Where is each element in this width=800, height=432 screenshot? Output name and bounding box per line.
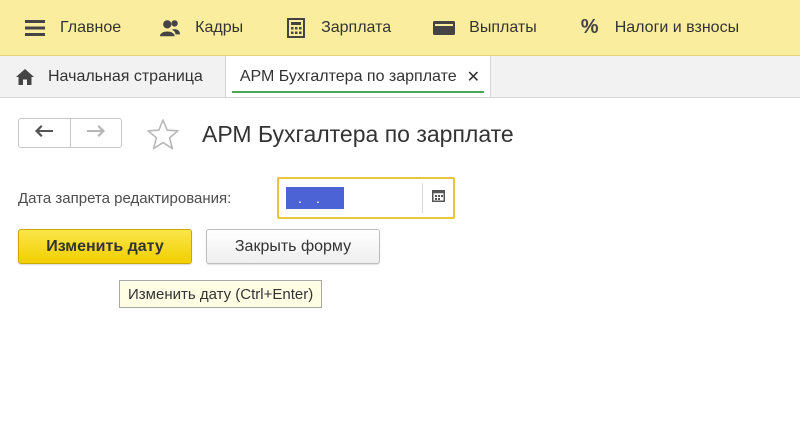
menu-item-salary[interactable]: Зарплата [285, 0, 392, 55]
change-date-button[interactable]: Изменить дату [18, 229, 192, 264]
tab-home-label: Начальная страница [48, 67, 203, 85]
page-title: АРМ Бухгалтера по зарплате [202, 121, 514, 147]
wallet-icon [433, 17, 456, 39]
calendar-button[interactable] [426, 183, 451, 213]
menu-item-main[interactable]: Главное [24, 0, 122, 55]
menu-item-label: Выплаты [469, 18, 537, 36]
menu-item-label: Главное [60, 18, 122, 36]
menu-item-taxes[interactable]: % Налоги и взносы [579, 0, 740, 55]
percent-icon: % [580, 16, 599, 38]
hamburger-icon [24, 17, 46, 39]
date-lock-label: Дата запрета редактирования: [18, 190, 232, 207]
menu-item-payments[interactable]: Выплаты [433, 0, 537, 55]
close-icon[interactable]: ✕ [467, 67, 480, 87]
back-button[interactable] [19, 119, 71, 147]
tab-home-page[interactable]: Начальная страница [0, 56, 226, 97]
menu-item-hr[interactable]: Кадры [159, 0, 244, 55]
forward-button[interactable] [71, 119, 122, 147]
tab-active-label: АРМ Бухгалтера по зарплате [239, 67, 457, 85]
arrow-left-icon [35, 124, 54, 142]
menu-item-label: Налоги и взносы [614, 18, 740, 36]
arrow-right-icon [86, 124, 105, 142]
field-divider [422, 183, 423, 213]
favorite-star-icon[interactable] [146, 118, 180, 152]
home-icon [16, 68, 34, 85]
date-lock-input[interactable] [283, 183, 423, 213]
date-lock-field: .. [277, 177, 455, 219]
calculator-icon [285, 17, 307, 39]
calendar-icon [432, 189, 445, 207]
close-form-button[interactable]: Закрыть форму [206, 229, 380, 264]
people-icon [159, 17, 181, 39]
tab-payroll-workplace[interactable]: АРМ Бухгалтера по зарплате ✕ [225, 56, 492, 97]
tab-bar: Начальная страница АРМ Бухгалтера по зар… [0, 56, 800, 98]
section-menu-bar: Главное Кадры Зарплата Выплаты % Налоги … [0, 0, 800, 56]
history-navigation [18, 118, 122, 148]
menu-item-label: Кадры [195, 18, 244, 36]
change-date-tooltip: Изменить дату (Ctrl+Enter) [119, 280, 323, 308]
menu-item-label: Зарплата [321, 18, 392, 36]
